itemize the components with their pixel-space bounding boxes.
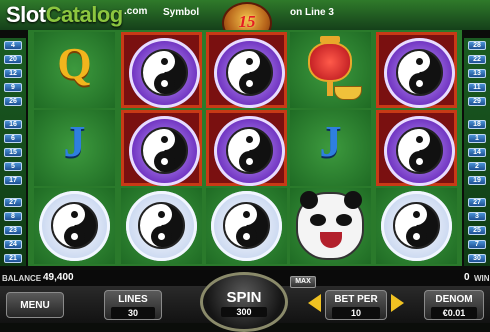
- right-payline-column: 28 22 13 11 29 18 1 14 2 19 27 3 25 7 30: [464, 38, 490, 266]
- reel-symbol-yin-yang-purple: [376, 110, 457, 186]
- reel-symbol-J: J: [34, 110, 115, 186]
- right-payline-indicator[interactable]: 27: [468, 198, 486, 207]
- left-payline-indicator[interactable]: 17: [4, 176, 22, 185]
- left-payline-column: 4 20 12 9 26 16 6 15 5 17 27 8 23 24 21: [0, 38, 26, 266]
- reel-3: [206, 32, 287, 264]
- reel-grid: QJJ: [28, 30, 462, 266]
- denom-value: €0.01: [430, 307, 478, 319]
- logo-suffix: .com: [124, 6, 148, 17]
- lines-value: 30: [110, 307, 156, 319]
- win-label: WIN: [474, 274, 490, 283]
- yin-yang-icon: [384, 38, 455, 108]
- left-payline-indicator[interactable]: 23: [4, 226, 22, 235]
- spin-button[interactable]: SPIN 300: [200, 272, 288, 332]
- max-bet-button[interactable]: MAX: [290, 276, 316, 288]
- yin-yang-icon: [214, 116, 285, 186]
- letter-j-symbol: J: [63, 117, 86, 166]
- reel-5: [376, 32, 457, 264]
- right-payline-indicator[interactable]: 25: [468, 226, 486, 235]
- left-payline-indicator[interactable]: 8: [4, 212, 22, 221]
- reel-symbol-J: J: [290, 110, 371, 186]
- total-bet-value: 300: [221, 307, 267, 317]
- yin-yang-icon: [129, 38, 200, 108]
- left-payline-indicator[interactable]: 5: [4, 162, 22, 171]
- balance-label: BALANCE: [2, 274, 42, 283]
- balance-value: 49,400: [43, 272, 74, 283]
- yin-yang-icon: [214, 38, 285, 108]
- left-payline-indicator[interactable]: 16: [4, 120, 22, 129]
- reel-symbol-yin-yang-white: [34, 188, 115, 264]
- right-payline-indicator[interactable]: 14: [468, 148, 486, 157]
- bet-per-value: 10: [332, 307, 380, 319]
- left-payline-indicator[interactable]: 6: [4, 134, 22, 143]
- menu-button[interactable]: MENU: [6, 292, 64, 318]
- bet-decrease-arrow-icon[interactable]: [308, 294, 321, 312]
- bet-per-line-button[interactable]: BET PER 10: [325, 290, 387, 320]
- slotcatalog-logo: SlotCatalog: [6, 2, 123, 27]
- reel-symbol-yin-yang-white: [206, 188, 287, 264]
- right-payline-indicator[interactable]: 30: [468, 254, 486, 263]
- right-payline-indicator[interactable]: 11: [468, 83, 486, 92]
- yin-yang-icon: [384, 116, 455, 186]
- reel-symbol-yin-yang-purple: [376, 32, 457, 108]
- panda-icon: [296, 191, 364, 260]
- left-payline-indicator[interactable]: 21: [4, 254, 22, 263]
- reel-2: [121, 32, 202, 264]
- reel-symbol-yin-yang-purple: [206, 32, 287, 108]
- left-payline-indicator[interactable]: 12: [4, 69, 22, 78]
- letter-j-symbol: J: [319, 117, 342, 166]
- reel-symbol-Q: Q: [34, 32, 115, 108]
- right-payline-indicator[interactable]: 19: [468, 176, 486, 185]
- right-payline-indicator[interactable]: 29: [468, 97, 486, 106]
- left-payline-indicator[interactable]: 27: [4, 198, 22, 207]
- right-payline-indicator[interactable]: 18: [468, 120, 486, 129]
- bet-per-label: BET PER: [334, 294, 378, 305]
- win-value: 0: [464, 272, 470, 283]
- reel-symbol-yin-yang-purple: [206, 110, 287, 186]
- reel-symbol-lantern: [290, 32, 371, 108]
- left-payline-indicator[interactable]: 26: [4, 97, 22, 106]
- reel-symbol-yin-yang-purple: [121, 32, 202, 108]
- left-payline-indicator[interactable]: 15: [4, 148, 22, 157]
- yin-yang-icon: [211, 191, 282, 261]
- reel-1: QJ: [34, 32, 115, 264]
- win-message-left: Symbol: [163, 7, 200, 18]
- left-payline-indicator[interactable]: 9: [4, 83, 22, 92]
- yin-yang-icon: [39, 191, 110, 261]
- lantern-icon: [308, 42, 352, 82]
- right-payline-indicator[interactable]: 22: [468, 55, 486, 64]
- gold-ingot-icon: [334, 86, 362, 100]
- yin-yang-icon: [129, 116, 200, 186]
- reel-symbol-panda: [290, 188, 371, 264]
- right-payline-indicator[interactable]: 3: [468, 212, 486, 221]
- denom-label: DENOM: [435, 294, 473, 305]
- yin-yang-icon: [381, 191, 452, 261]
- free-games-count: 15: [238, 12, 256, 31]
- left-payline-indicator[interactable]: 24: [4, 240, 22, 249]
- reel-symbol-yin-yang-white: [121, 188, 202, 264]
- right-payline-indicator[interactable]: 1: [468, 134, 486, 143]
- right-payline-indicator[interactable]: 2: [468, 162, 486, 171]
- spin-label: SPIN: [226, 289, 262, 306]
- right-payline-indicator[interactable]: 7: [468, 240, 486, 249]
- right-payline-indicator[interactable]: 28: [468, 41, 486, 50]
- denomination-button[interactable]: DENOM €0.01: [424, 290, 484, 320]
- menu-label: MENU: [20, 300, 50, 311]
- reel-symbol-yin-yang-white: [376, 188, 457, 264]
- bet-increase-arrow-icon[interactable]: [391, 294, 404, 312]
- right-payline-indicator[interactable]: 13: [468, 69, 486, 78]
- yin-yang-icon: [126, 191, 197, 261]
- left-payline-indicator[interactable]: 20: [4, 55, 22, 64]
- lines-label: LINES: [118, 294, 148, 305]
- left-payline-indicator[interactable]: 4: [4, 41, 22, 50]
- win-message-right: on Line 3: [290, 7, 334, 18]
- reel-symbol-yin-yang-purple: [121, 110, 202, 186]
- lines-button[interactable]: LINES 30: [104, 290, 162, 320]
- letter-q-symbol: Q: [57, 39, 92, 88]
- reel-4: J: [290, 32, 371, 264]
